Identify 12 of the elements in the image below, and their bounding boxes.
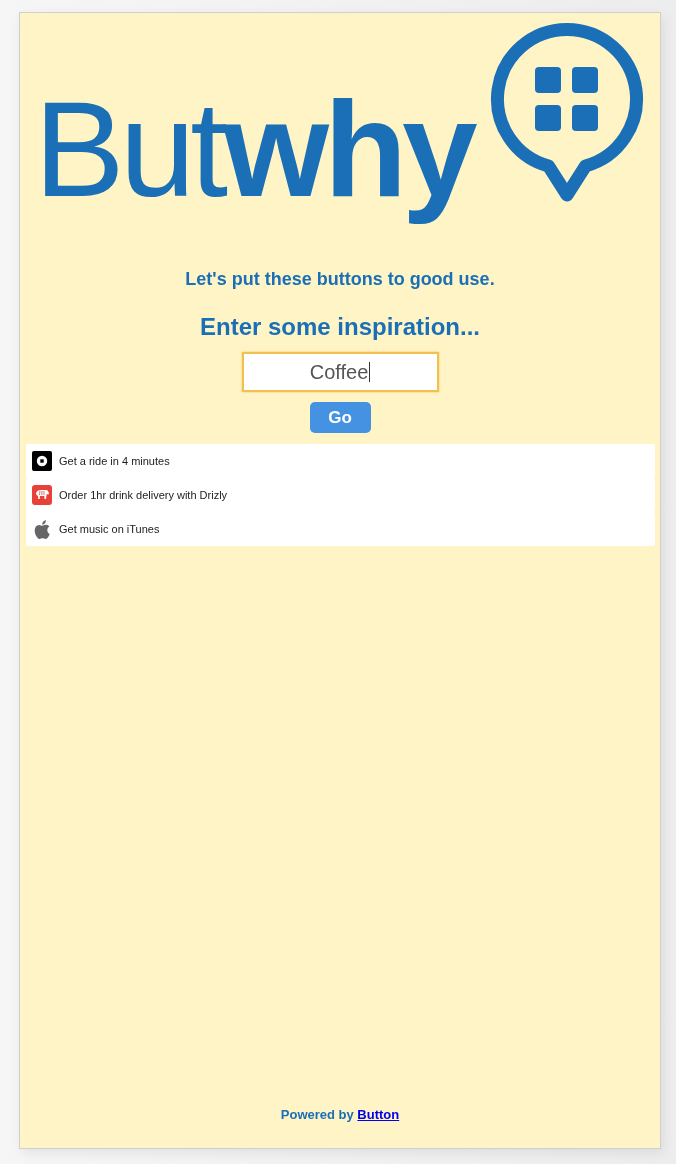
button-link[interactable]: Button bbox=[357, 1107, 400, 1122]
footer-text: Powered by Button bbox=[280, 1107, 400, 1123]
search-field[interactable]: Coffee bbox=[241, 352, 439, 392]
apple-icon bbox=[34, 519, 50, 539]
result-item[interactable]: Order 1hr drink delivery with Drizly bbox=[26, 478, 655, 512]
result-item[interactable]: Get a ride in 4 minutes bbox=[26, 444, 655, 478]
animal-icon bbox=[32, 485, 52, 505]
result-item[interactable]: Get music on iTunes bbox=[26, 512, 655, 546]
prompt-heading: Enter some inspiration... bbox=[199, 312, 481, 342]
logo-wordmark: Butwhy bbox=[33, 72, 475, 227]
tagline: Let's put these buttons to good use. bbox=[185, 268, 495, 290]
speech-bubble-grid-icon bbox=[490, 22, 644, 204]
